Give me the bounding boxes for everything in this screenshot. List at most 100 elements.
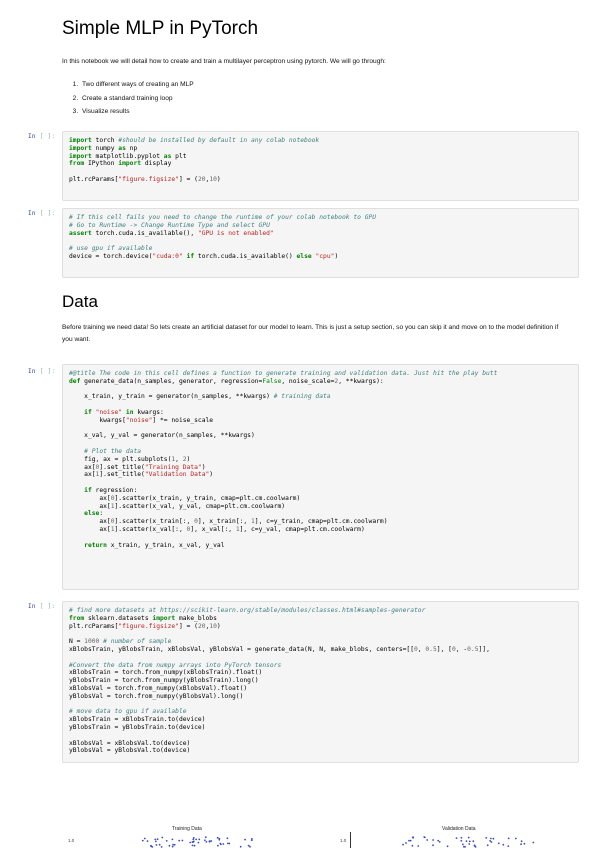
scatter-point — [460, 839, 463, 842]
scatter-point — [417, 845, 420, 847]
scatter-point — [462, 843, 464, 846]
scatter-point — [455, 837, 458, 839]
scatter-point — [141, 839, 144, 842]
scatter-point — [423, 836, 426, 838]
cell-prompt: In [ ]: — [28, 368, 56, 375]
scatter-point — [218, 838, 221, 841]
code-editor[interactable]: # find more datasets at https://scikit-l… — [63, 602, 578, 760]
scatter-point — [227, 842, 229, 845]
page-title: Simple MLP in PyTorch — [62, 18, 259, 39]
scatter-point — [192, 840, 195, 843]
intro-text: In this notebook we will detail how to c… — [62, 58, 386, 65]
scatter-point — [438, 841, 441, 843]
scatter-point — [244, 838, 247, 841]
scatter-point — [154, 838, 157, 841]
scatter-point — [486, 844, 489, 847]
cell-prompt: In [ ]: — [28, 210, 56, 217]
scatter-point — [156, 838, 159, 841]
scatter-point — [507, 845, 510, 847]
scatter-point — [247, 844, 250, 847]
scatter-point — [193, 844, 196, 847]
scatter-point — [402, 843, 404, 846]
scatter-point — [467, 836, 470, 839]
scatter-point — [460, 836, 463, 839]
scatter-point — [520, 843, 522, 846]
section-heading-data: Data — [62, 292, 98, 311]
scatter-point — [409, 839, 412, 842]
scatter-point — [468, 840, 471, 843]
code-cell[interactable]: #@title The code in this cell defines a … — [62, 364, 579, 590]
step-item: Create a standard training loop — [80, 92, 194, 106]
notebook-page: Simple MLP in PyTorch In this notebook w… — [0, 0, 599, 848]
cell-output-plots: Training Data Validation Data 1.0 1.0 — [62, 826, 579, 848]
scatter-point — [217, 844, 219, 847]
scatter-point — [143, 837, 146, 840]
scatter-point — [208, 840, 211, 843]
scatter-point — [165, 840, 168, 842]
scatter-point — [168, 844, 171, 847]
scatter-point — [446, 845, 449, 848]
scatter-point — [171, 845, 174, 848]
scatter-point — [532, 841, 535, 844]
scatter-point — [485, 837, 488, 839]
scatter-point — [205, 841, 208, 843]
scatter-point — [191, 844, 194, 847]
scatter-point — [507, 837, 510, 840]
scatter-point — [192, 837, 195, 839]
scatter-point — [502, 843, 505, 846]
scatter-point — [210, 840, 213, 842]
scatter-point — [226, 837, 229, 840]
scatter-point — [405, 842, 407, 844]
scatter-point — [189, 841, 192, 844]
scatter-points — [141, 836, 535, 848]
scatter-point — [161, 836, 164, 839]
scatter-point — [437, 839, 440, 842]
scatter-point — [412, 836, 415, 839]
scatter-point — [204, 839, 206, 842]
scatter-point — [155, 840, 157, 843]
scatter-point — [472, 840, 475, 843]
scatter-point — [204, 836, 207, 839]
scatter-point — [172, 843, 174, 846]
scatter-point — [197, 841, 200, 844]
scatter-point — [426, 839, 429, 841]
code-editor[interactable]: # If this cell fails you need to change … — [63, 209, 578, 266]
step-item: Visualize results — [80, 105, 194, 119]
scatter-point — [171, 838, 174, 841]
code-cell[interactable]: # find more datasets at https://scikit-l… — [62, 601, 579, 763]
scatter-point — [146, 840, 149, 842]
scatter-point — [158, 843, 161, 846]
scatter-point — [432, 839, 434, 841]
scatter-point — [239, 845, 242, 848]
scatter-point — [222, 843, 225, 845]
scatter-point — [468, 843, 471, 845]
scatter-point — [514, 837, 517, 840]
scatter-point — [490, 837, 492, 840]
scatter-point — [155, 844, 158, 846]
cell-prompt: In [ ]: — [28, 603, 56, 610]
code-cell[interactable]: # If this cell fails you need to change … — [62, 208, 579, 278]
scatter-point — [249, 845, 251, 848]
scatter-point — [250, 839, 253, 842]
scatter-point — [408, 839, 410, 842]
scatter-point — [411, 844, 414, 847]
steps-list: Two different ways of creating an MLP Cr… — [62, 78, 194, 119]
step-item: Two different ways of creating an MLP — [80, 78, 194, 92]
scatter-point — [432, 844, 434, 847]
scatter-point — [220, 843, 222, 846]
scatter-point — [178, 839, 181, 842]
data-intro-text: Before training we need data! So lets cr… — [62, 324, 559, 343]
scatter-point — [465, 840, 468, 842]
scatter-point — [489, 840, 491, 842]
scatter-point — [520, 840, 523, 843]
scatter-point — [216, 836, 219, 839]
scatter-point — [497, 842, 500, 845]
scatter-point — [181, 839, 184, 842]
code-editor[interactable]: import torch #should be installed by def… — [63, 132, 578, 189]
code-cell[interactable]: import torch #should be installed by def… — [62, 131, 579, 201]
scatter-point — [492, 837, 495, 840]
scatter-point — [195, 838, 198, 841]
code-editor[interactable]: #@title The code in this cell defines a … — [63, 365, 578, 554]
scatter-point — [173, 843, 176, 846]
cell-prompt: In [ ]: — [28, 133, 56, 140]
